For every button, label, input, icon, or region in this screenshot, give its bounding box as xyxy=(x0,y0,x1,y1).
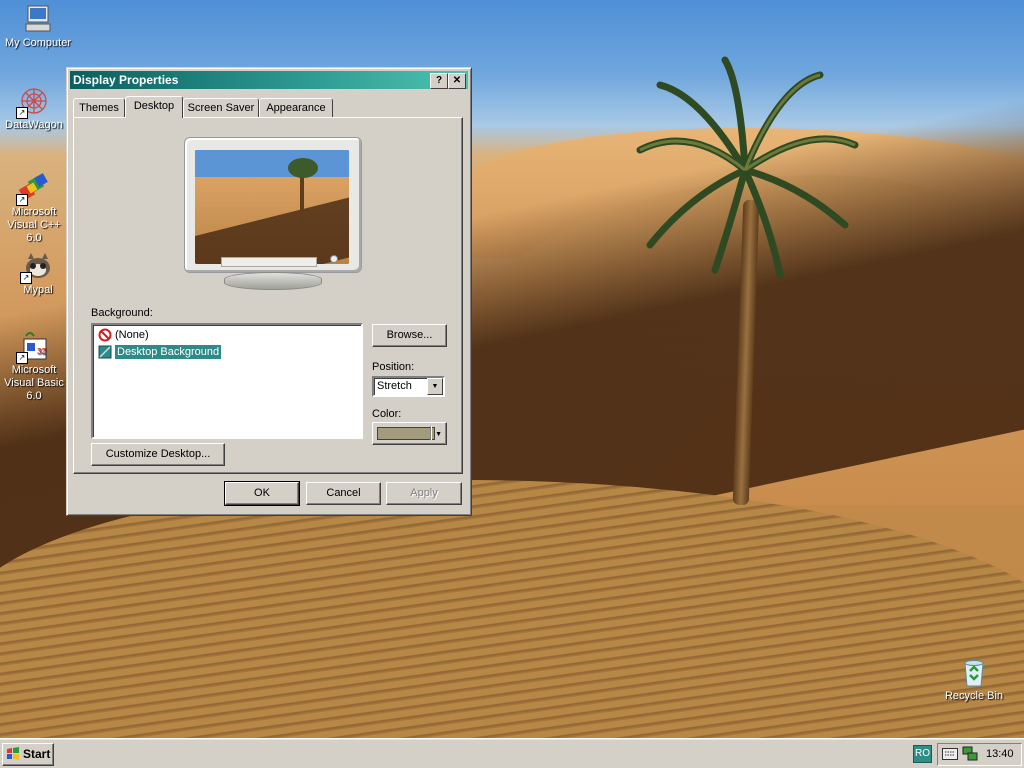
desktop-icon-label: Mypal xyxy=(23,284,53,296)
desktop-icon-visual-basic[interactable]: 32 ↗ Microsoft Visual Basic 6.0 xyxy=(0,330,68,403)
bitmap-icon xyxy=(98,345,112,359)
desktop-icon-label: Microsoft Visual C++ 6.0 xyxy=(7,206,61,244)
wallpaper-sand-ripples xyxy=(0,480,1024,738)
tab-screen-saver[interactable]: Screen Saver xyxy=(183,98,259,117)
desktop-tab-panel: Background: (None) Desktop Background Br… xyxy=(73,117,463,474)
customize-desktop-button[interactable]: Customize Desktop... xyxy=(91,443,225,466)
chevron-down-icon: ▼ xyxy=(435,431,442,438)
system-tray: 13:40 xyxy=(937,743,1022,766)
desktop-icon-label: Microsoft Visual Basic 6.0 xyxy=(4,364,64,402)
desktop-icon-mypal[interactable]: ↗ Mypal xyxy=(0,250,76,297)
language-indicator[interactable]: RO xyxy=(913,745,932,763)
tab-themes[interactable]: Themes xyxy=(73,98,125,117)
monitor-power-led xyxy=(330,255,338,263)
monitor-slot xyxy=(221,257,317,267)
desktop-icon-visual-cpp[interactable]: ↗ Microsoft Visual C++ 6.0 xyxy=(0,172,68,245)
shortcut-arrow-icon: ↗ xyxy=(16,194,28,206)
desktop-icon-label: DataWagon xyxy=(5,119,63,131)
preview-screen xyxy=(195,150,349,264)
position-label: Position: xyxy=(372,361,415,373)
windows-flag-icon xyxy=(7,747,19,760)
tab-appearance[interactable]: Appearance xyxy=(259,98,333,117)
cancel-button[interactable]: Cancel xyxy=(306,482,381,505)
color-swatch xyxy=(377,427,435,440)
network-icon[interactable] xyxy=(962,746,978,762)
close-button[interactable]: ✕ xyxy=(448,73,466,89)
background-listbox[interactable]: (None) Desktop Background xyxy=(91,323,363,439)
keyboard-icon[interactable] xyxy=(942,748,958,760)
wallpaper-palm-crown xyxy=(636,56,859,279)
desktop-icon-label: Recycle Bin xyxy=(944,690,1004,702)
monitor-preview xyxy=(184,137,362,273)
svg-text:32: 32 xyxy=(37,347,46,356)
start-button[interactable]: Start xyxy=(2,743,54,766)
desktop-icon-datawagon[interactable]: ↗ DataWagon xyxy=(0,85,72,132)
list-item-label: (None) xyxy=(115,329,149,341)
list-item-label: Desktop Background xyxy=(115,345,222,359)
display-properties-window: Display Properties ? ✕ Themes Desktop Sc… xyxy=(66,67,472,516)
apply-button[interactable]: Apply xyxy=(386,482,462,505)
shortcut-arrow-icon: ↗ xyxy=(16,107,28,119)
start-label: Start xyxy=(23,747,51,761)
shortcut-arrow-icon: ↗ xyxy=(20,272,32,284)
list-item-desktop-background[interactable]: Desktop Background xyxy=(97,344,224,360)
position-value: Stretch xyxy=(377,380,412,392)
chevron-down-icon[interactable]: ▼ xyxy=(427,378,443,395)
clock: 13:40 xyxy=(986,748,1014,760)
recycle-bin-icon xyxy=(964,660,984,687)
color-picker-button[interactable]: ▼ xyxy=(372,422,447,445)
position-select[interactable]: Stretch ▼ xyxy=(372,376,445,397)
background-label: Background: xyxy=(91,307,153,319)
shortcut-arrow-icon: ↗ xyxy=(16,352,28,364)
desktop-icon-recycle-bin[interactable]: Recycle Bin xyxy=(936,656,1012,703)
desktop-icon-my-computer[interactable]: My Computer xyxy=(0,3,76,50)
list-item-none[interactable]: (None) xyxy=(97,327,152,343)
tab-desktop[interactable]: Desktop xyxy=(125,96,183,118)
browse-button[interactable]: Browse... xyxy=(372,324,447,347)
desktop-icon-label: My Computer xyxy=(4,37,72,49)
taskbar: Start RO 13:40 xyxy=(0,738,1024,768)
my-computer-icon xyxy=(25,5,51,32)
monitor-stand xyxy=(224,272,322,290)
color-label: Color: xyxy=(372,408,402,420)
ok-button[interactable]: OK xyxy=(224,481,300,506)
window-title: Display Properties xyxy=(73,73,179,87)
help-button[interactable]: ? xyxy=(430,73,448,89)
none-icon xyxy=(98,328,112,342)
window-titlebar[interactable]: Display Properties ? ✕ xyxy=(70,71,468,89)
